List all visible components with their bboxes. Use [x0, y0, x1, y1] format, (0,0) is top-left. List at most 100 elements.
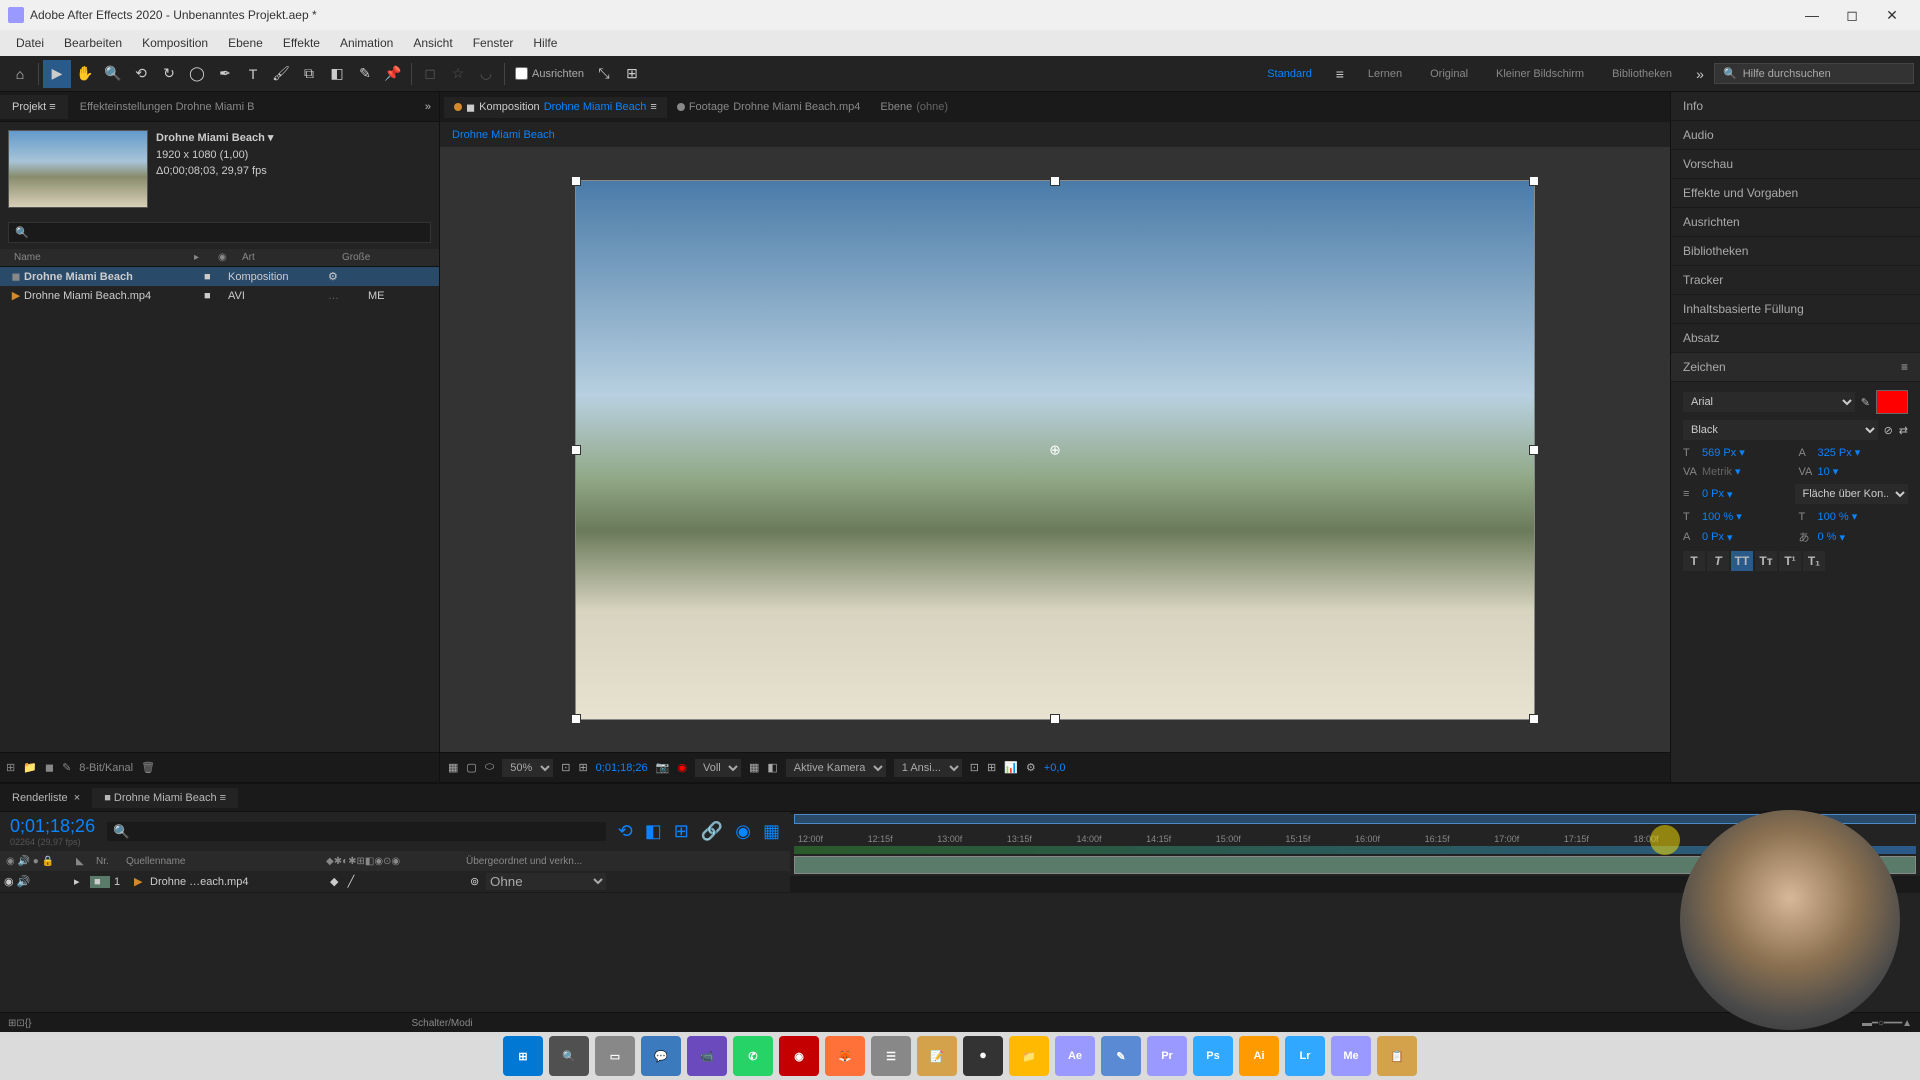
shape-tool[interactable]: ◯ [183, 60, 211, 88]
resolution-select[interactable]: Voll [695, 759, 741, 777]
taskbar-app-7[interactable]: 🦊 [825, 1036, 865, 1076]
taskbar-app-2[interactable]: ▭ [595, 1036, 635, 1076]
zoom-out-icon[interactable]: ▬ [1862, 1018, 1872, 1029]
panel-info[interactable]: Info [1671, 92, 1920, 121]
type-tool[interactable]: T [239, 60, 267, 88]
fill-position-select[interactable]: Fläche über Kon... [1795, 484, 1909, 504]
camera-select[interactable]: Aktive Kamera [786, 759, 886, 777]
menu-ansicht[interactable]: Ansicht [403, 32, 462, 54]
timeline-icon[interactable]: 📊 [1004, 761, 1018, 774]
3d-icon[interactable]: ◧ [767, 761, 777, 774]
taskbar-app-5[interactable]: ✆ [733, 1036, 773, 1076]
taskbar-app-13[interactable]: ✎ [1101, 1036, 1141, 1076]
fast-preview-icon[interactable]: ⊞ [987, 761, 996, 774]
bold-button[interactable]: T [1683, 551, 1705, 571]
align-checkbox[interactable] [515, 67, 528, 80]
selection-tool[interactable]: ▶ [43, 60, 71, 88]
roto-tool[interactable]: ✎ [351, 60, 379, 88]
handle-tr[interactable] [1529, 176, 1539, 186]
comp-settings-icon[interactable]: ⚙ [328, 270, 352, 283]
handle-bl[interactable] [571, 714, 581, 724]
menu-bearbeiten[interactable]: Bearbeiten [54, 32, 132, 54]
handle-ml[interactable] [571, 445, 581, 455]
tab-ebene[interactable]: Ebene (ohne) [870, 97, 958, 117]
taskbar-app-3[interactable]: 💬 [641, 1036, 681, 1076]
taskbar-app-8[interactable]: ☰ [871, 1036, 911, 1076]
viewer-timecode[interactable]: 0;01;18;26 [596, 762, 648, 774]
subscript-button[interactable]: T₁ [1803, 551, 1825, 571]
eraser-tool[interactable]: ◧ [323, 60, 351, 88]
close-button[interactable]: ✕ [1872, 0, 1912, 30]
tab-effekteinstellungen[interactable]: Effekteinstellungen Drohne Miami B [68, 95, 267, 119]
tl-toggle-3[interactable]: {} [25, 1018, 32, 1029]
superscript-button[interactable]: T¹ [1779, 551, 1801, 571]
taskbar-app-12[interactable]: Ae [1055, 1036, 1095, 1076]
eyedropper-icon[interactable]: ✎ [1861, 396, 1870, 409]
project-row-comp[interactable]: ◼ Drohne Miami Beach ■ Komposition ⚙ [0, 267, 439, 286]
panel-overflow-icon[interactable]: » [417, 101, 439, 113]
views-select[interactable]: 1 Ansi... [894, 759, 962, 777]
baseline[interactable]: 0 Px [1702, 531, 1724, 543]
workspace-lernen[interactable]: Lernen [1354, 68, 1416, 80]
taskbar-app-14[interactable]: Pr [1147, 1036, 1187, 1076]
comp-viewer[interactable]: ⊕ [440, 148, 1670, 752]
col-size[interactable]: Große [336, 252, 396, 263]
shape-rect-icon[interactable]: ◻ [416, 60, 444, 88]
grid-icon[interactable]: ▦ [448, 761, 458, 774]
handle-tl[interactable] [571, 176, 581, 186]
workspace-bibliotheken[interactable]: Bibliotheken [1598, 68, 1686, 80]
timeline-search[interactable] [107, 822, 606, 841]
kerning[interactable]: Metrik [1702, 466, 1732, 478]
project-search[interactable]: 🔍 [8, 222, 431, 243]
taskbar-app-19[interactable]: 📋 [1377, 1036, 1417, 1076]
layer-row-1[interactable]: ◉ 🔊 ▸ ■ 1 ▶ Drohne …each.mp4 ◆ ╱ ⊚ Ohne [0, 871, 790, 893]
taskbar-app-18[interactable]: Me [1331, 1036, 1371, 1076]
home-icon[interactable]: ⌂ [6, 60, 34, 88]
panel-zeichen[interactable]: Zeichen≡ [1671, 353, 1920, 382]
trash-icon[interactable]: 🗑 [141, 761, 155, 774]
panel-ausrichten[interactable]: Ausrichten [1671, 208, 1920, 237]
settings-icon[interactable]: ✎ [62, 761, 71, 774]
res-toggle-icon[interactable]: ⊡ [561, 761, 570, 774]
flowchart-icon[interactable]: ⚙ [1026, 761, 1036, 774]
tab-timeline-comp[interactable]: ■ Drohne Miami Beach ≡ [92, 788, 238, 808]
zoom-select[interactable]: 50% [502, 759, 553, 777]
taskbar-app-9[interactable]: 📝 [917, 1036, 957, 1076]
snap-icon[interactable]: ⤡ [590, 60, 618, 88]
col-name[interactable]: Name [8, 252, 188, 263]
hand-tool[interactable]: ✋ [71, 60, 99, 88]
tl-icon-6[interactable]: ▦ [763, 821, 780, 842]
region-icon[interactable]: ⊞ [578, 761, 587, 774]
zoom-slider[interactable]: ━○━━━ [1872, 1018, 1902, 1029]
no-fill-icon[interactable]: ⊘ [1884, 424, 1893, 437]
switch-cols[interactable]: ◆✱◐✱⊞◧◉⊙◉ [326, 856, 466, 867]
zoom-in-icon[interactable]: ▲ [1902, 1018, 1912, 1029]
brush-tool[interactable]: 🖌 [267, 60, 295, 88]
font-size[interactable]: 569 Px [1702, 447, 1736, 459]
panel-vorschau[interactable]: Vorschau [1671, 150, 1920, 179]
fill-color-swatch[interactable] [1876, 390, 1908, 414]
rotate-tool[interactable]: ↻ [155, 60, 183, 88]
tab-renderliste[interactable]: Renderliste × [0, 788, 92, 808]
orbit-tool[interactable]: ⟲ [127, 60, 155, 88]
comp-breadcrumb[interactable]: Drohne Miami Beach [440, 122, 1670, 148]
workspace-standard[interactable]: Standard [1253, 68, 1326, 80]
handle-mr[interactable] [1529, 445, 1539, 455]
taskbar-app-6[interactable]: ◉ [779, 1036, 819, 1076]
workspace-original[interactable]: Original [1416, 68, 1482, 80]
vis-cols[interactable]: ◉ 🔊 ● 🔒 [6, 856, 76, 867]
mask-icon[interactable]: ⬭ [485, 761, 494, 774]
menu-fenster[interactable]: Fenster [463, 32, 524, 54]
taskbar-app-0[interactable]: ⊞ [503, 1036, 543, 1076]
hscale[interactable]: 100 % [1818, 511, 1849, 523]
puppet-tool[interactable]: 📌 [379, 60, 407, 88]
workspace-menu-icon[interactable]: ≡ [1326, 60, 1354, 88]
panel-bibliotheken[interactable]: Bibliotheken [1671, 237, 1920, 266]
project-row-footage[interactable]: ▶ Drohne Miami Beach.mp4 ■ AVI … ME [0, 286, 439, 305]
snap-grid-icon[interactable]: ⊞ [618, 60, 646, 88]
tab-footage[interactable]: Footage Drohne Miami Beach.mp4 [667, 97, 871, 117]
tracking[interactable]: 10 [1818, 466, 1830, 478]
folder-icon[interactable]: 📁 [23, 761, 37, 774]
exposure[interactable]: +0,0 [1044, 762, 1066, 774]
transparency-icon[interactable]: ▦ [749, 761, 759, 774]
